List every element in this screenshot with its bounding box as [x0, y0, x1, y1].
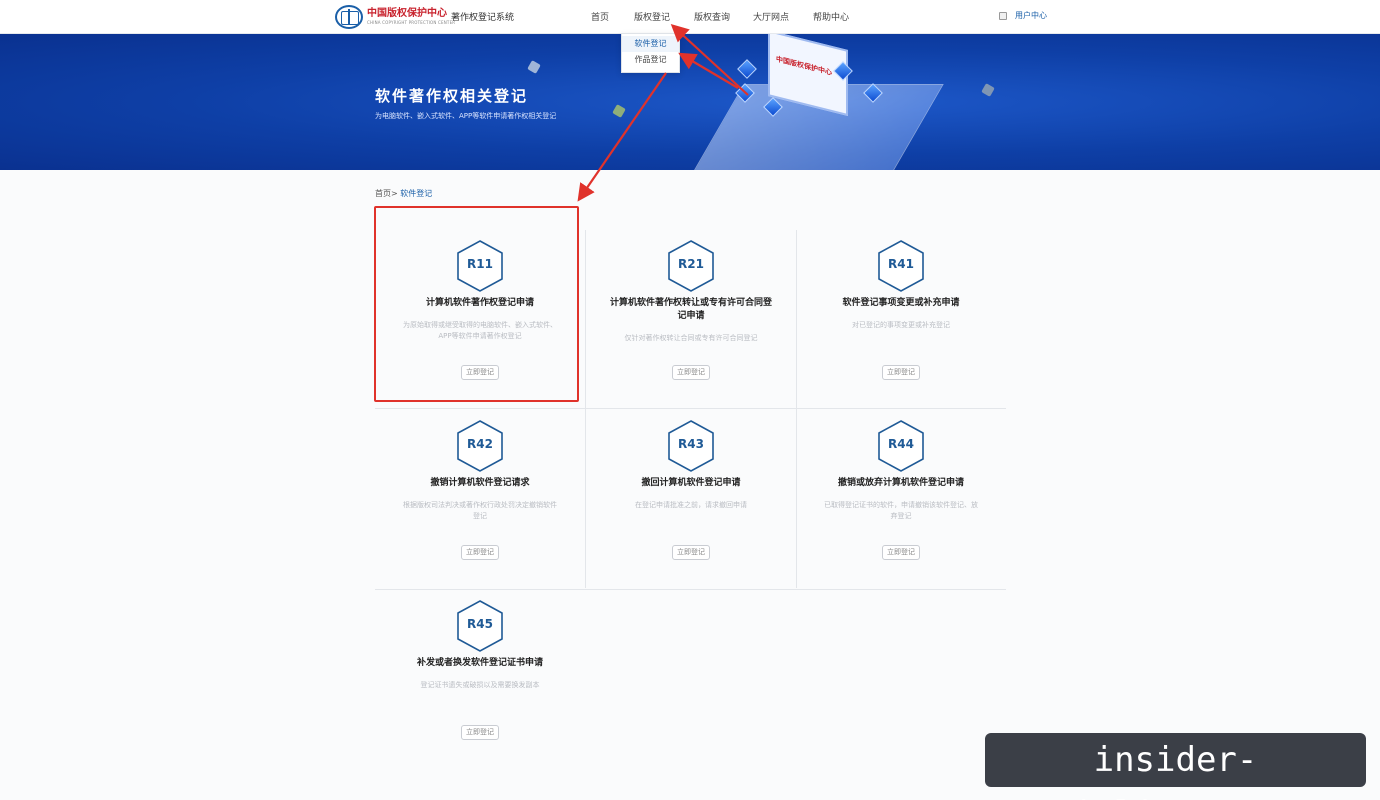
register-now-button[interactable]: 立即登记: [672, 365, 710, 380]
register-now-button[interactable]: 立即登记: [882, 545, 920, 560]
user-center-label: 用户中心: [1015, 11, 1047, 20]
hexagon-icon: [612, 104, 626, 118]
card-description: 已取得登记证书的软件，申请撤销该软件登记、放弃登记: [824, 501, 978, 520]
hexagon-icon: [981, 83, 995, 97]
register-now-button[interactable]: 立即登记: [461, 725, 499, 740]
nav-home[interactable]: 首页: [591, 10, 609, 23]
nav-copyright-query[interactable]: 版权查询: [694, 10, 730, 23]
card-code: R42: [467, 437, 493, 451]
card-r42: R42 撤销计算机软件登记请求 根据版权司法判决或著作权行政处罚决定撤销软件登记…: [375, 410, 585, 590]
breadcrumb-home[interactable]: 首页>: [375, 189, 398, 198]
register-now-button[interactable]: 立即登记: [461, 545, 499, 560]
breadcrumb: 首页> 软件登记: [375, 188, 432, 199]
card-code: R41: [888, 257, 914, 271]
card-r45: R45 补发或者换发软件登记证书申请 登记证书遗失或破损以及需要换发副本 立即登…: [375, 590, 585, 770]
dropdown-item-works-registration[interactable]: 作品登记: [622, 52, 679, 68]
card-description: 仅针对著作权转让合同或专有许可合同登记: [624, 334, 758, 342]
logo-name-cn: 中国版权保护中心: [367, 8, 447, 19]
board-logo: 中国版权保护中心: [776, 55, 832, 77]
hero-banner: 软件著作权相关登记 为电脑软件、嵌入式软件、APP等软件申请著作权相关登记 中国…: [0, 34, 1380, 170]
register-now-button[interactable]: 立即登记: [882, 365, 920, 380]
banner-title: 软件著作权相关登记: [375, 87, 529, 105]
nav-help-center[interactable]: 帮助中心: [813, 10, 849, 23]
logo-name-en: CHINA COPYRIGHT PROTECTION CENTER: [367, 20, 456, 25]
logo[interactable]: 中国版权保护中心 CHINA COPYRIGHT PROTECTION CENT…: [335, 5, 455, 29]
card-code: R44: [888, 437, 914, 451]
card-title: 软件登记事项变更或补充申请: [842, 298, 960, 308]
hexagon-icon: [527, 60, 541, 74]
card-title: 撤销或放弃计算机软件登记申请: [837, 478, 964, 488]
annotation-highlight-box: [374, 206, 579, 402]
dropdown-item-software-registration[interactable]: 软件登记: [622, 36, 679, 52]
registration-dropdown: 软件登记 作品登记: [621, 33, 680, 73]
card-description: 对已登记的事项变更或补充登记: [852, 321, 950, 329]
nav-service-halls[interactable]: 大厅网点: [753, 10, 789, 23]
register-now-button[interactable]: 立即登记: [672, 545, 710, 560]
card-r21: R21 计算机软件著作权转让或专有许可合同登记申请 仅针对著作权转让合同或专有许…: [586, 230, 796, 410]
card-description: 根据版权司法判决或著作权行政处罚决定撤销软件登记: [403, 501, 557, 520]
card-title: 撤销计算机软件登记请求: [430, 478, 530, 488]
card-r41: R41 软件登记事项变更或补充申请 对已登记的事项变更或补充登记 立即登记: [796, 230, 1006, 410]
nav-copyright-registration[interactable]: 版权登记: [634, 10, 670, 23]
card-r43: R43 撤回计算机软件登记申请 在登记申请批准之前，请求撤回申请 立即登记: [586, 410, 796, 590]
card-r44: R44 撤销或放弃计算机软件登记申请 已取得登记证书的软件，申请撤销该软件登记、…: [796, 410, 1006, 590]
card-description: 登记证书遗失或破损以及需要换发副本: [420, 681, 540, 689]
user-icon: [999, 11, 1007, 20]
card-code: R21: [678, 257, 704, 271]
user-center-link[interactable]: 用户中心: [999, 10, 1047, 21]
card-title: 撤回计算机软件登记申请: [641, 478, 741, 488]
card-code: R45: [467, 617, 493, 631]
watermark-text: insider-xinli.com.cn: [985, 733, 1366, 800]
breadcrumb-current: 软件登记: [400, 189, 433, 198]
card-description: 在登记申请批准之前，请求撤回申请: [635, 501, 747, 509]
cube-icon: [737, 59, 757, 79]
logo-emblem-icon: [335, 5, 363, 29]
system-name: 著作权登记系统: [451, 13, 515, 23]
card-title: 补发或者换发软件登记证书申请: [416, 658, 543, 668]
card-title: 计算机软件著作权转让或专有许可合同登记申请: [609, 298, 772, 321]
top-navbar: 中国版权保护中心 CHINA COPYRIGHT PROTECTION CENT…: [0, 0, 1380, 34]
banner-subtitle: 为电脑软件、嵌入式软件、APP等软件申请著作权相关登记: [375, 112, 557, 120]
card-code: R43: [678, 437, 704, 451]
